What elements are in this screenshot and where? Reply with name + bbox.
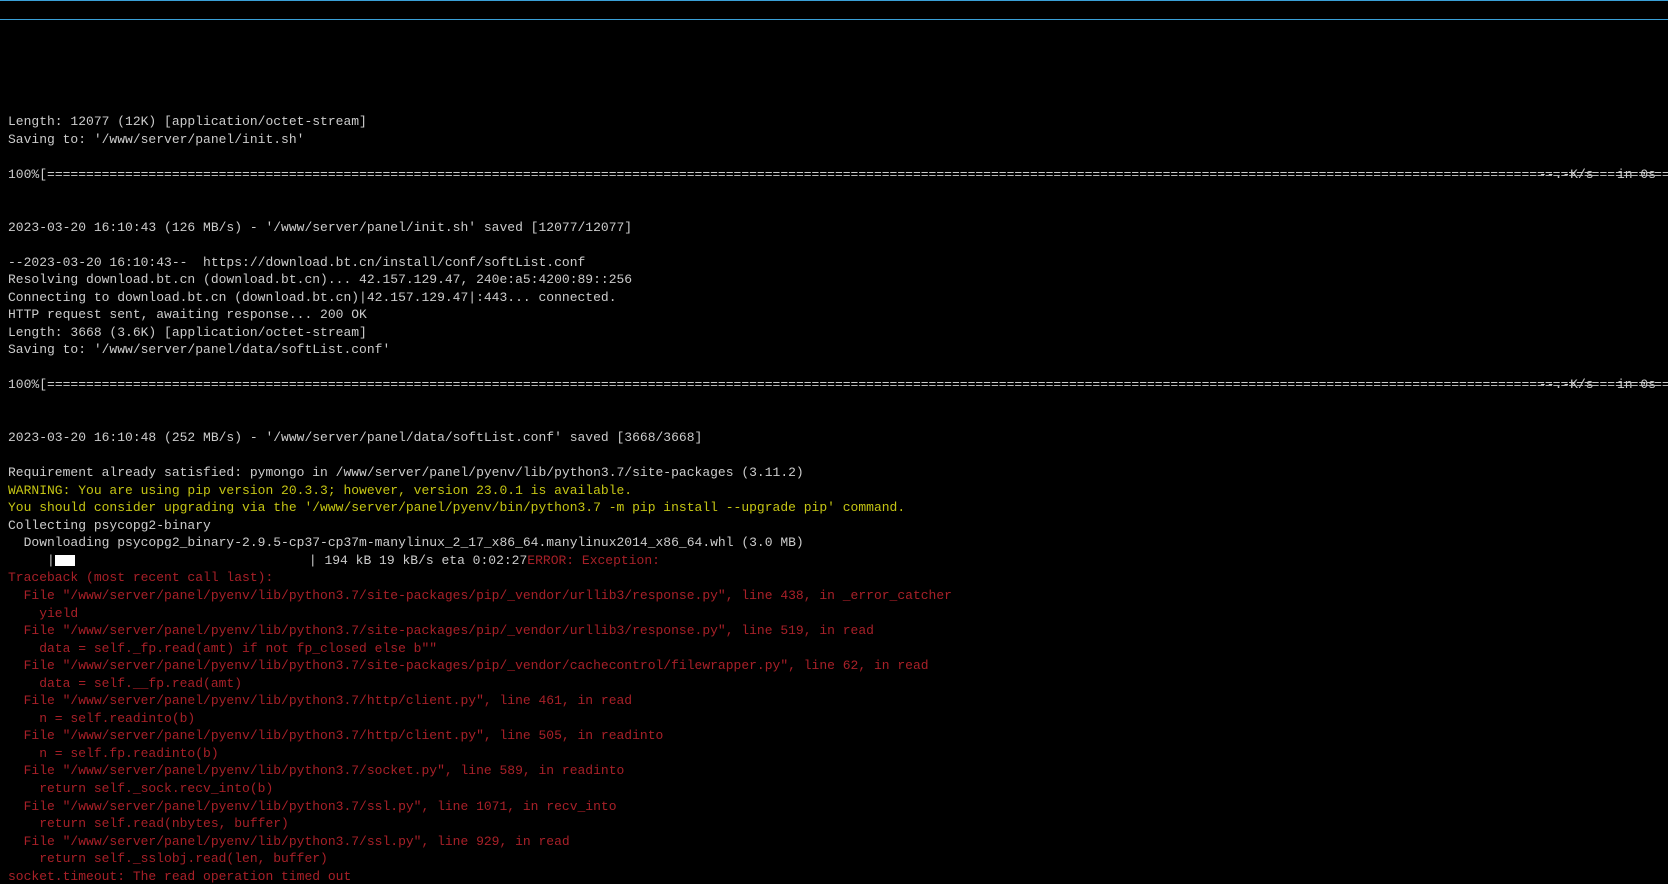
traceback-line: File "/www/server/panel/pyenv/lib/python… bbox=[8, 834, 570, 849]
wget-saving-2: Saving to: '/www/server/panel/data/softL… bbox=[8, 342, 390, 357]
progress-2-bar: ========================================… bbox=[47, 377, 1668, 392]
pip-downloading: Downloading psycopg2_binary-2.9.5-cp37-c… bbox=[8, 535, 804, 550]
wget-start-2: --2023-03-20 16:10:43-- https://download… bbox=[8, 255, 585, 270]
progress-1-left: 100%[ bbox=[8, 167, 47, 182]
progress-2-left: 100%[ bbox=[8, 377, 47, 392]
traceback-line: yield bbox=[8, 606, 78, 621]
traceback-line: File "/www/server/panel/pyenv/lib/python… bbox=[8, 763, 624, 778]
pip-warning-2: You should consider upgrading via the '/… bbox=[8, 500, 905, 515]
wget-http-2: HTTP request sent, awaiting response... … bbox=[8, 307, 367, 322]
traceback-line: data = self._fp.read(amt) if not fp_clos… bbox=[8, 641, 437, 656]
wget-done-1: 2023-03-20 16:10:43 (126 MB/s) - '/www/s… bbox=[8, 220, 632, 235]
pip-progress-text: | 194 kB 19 kB/s eta 0:02:27 bbox=[75, 553, 527, 568]
traceback-line: File "/www/server/panel/pyenv/lib/python… bbox=[8, 693, 632, 708]
terminal-output[interactable]: Length: 12077 (12K) [application/octet-s… bbox=[0, 90, 1668, 884]
traceback-line: Traceback (most recent call last): bbox=[8, 570, 273, 585]
wget-length-1: Length: 12077 (12K) [application/octet-s… bbox=[8, 114, 367, 129]
wget-resolve-2: Resolving download.bt.cn (download.bt.cn… bbox=[8, 272, 632, 287]
pip-progress-block bbox=[55, 555, 75, 566]
wget-connect-2: Connecting to download.bt.cn (download.b… bbox=[8, 290, 617, 305]
traceback-line: return self.read(nbytes, buffer) bbox=[8, 816, 289, 831]
traceback-line: return self._sock.recv_into(b) bbox=[8, 781, 273, 796]
traceback-line: n = self.readinto(b) bbox=[8, 711, 195, 726]
progress-1-bar: ========================================… bbox=[47, 167, 1668, 182]
traceback-line: File "/www/server/panel/pyenv/lib/python… bbox=[8, 728, 663, 743]
pip-req-satisfied: Requirement already satisfied: pymongo i… bbox=[8, 465, 804, 480]
traceback-line: File "/www/server/panel/pyenv/lib/python… bbox=[8, 588, 952, 603]
traceback-line: data = self.__fp.read(amt) bbox=[8, 676, 242, 691]
wget-length-2: Length: 3668 (3.6K) [application/octet-s… bbox=[8, 325, 367, 340]
progress-1-right: --.-K/s in 0s bbox=[1539, 166, 1656, 184]
traceback-line: File "/www/server/panel/pyenv/lib/python… bbox=[8, 658, 929, 673]
pip-collecting: Collecting psycopg2-binary bbox=[8, 518, 211, 533]
wget-done-2: 2023-03-20 16:10:48 (252 MB/s) - '/www/s… bbox=[8, 430, 702, 445]
traceback-line: n = self.fp.readinto(b) bbox=[8, 746, 219, 761]
traceback-line: File "/www/server/panel/pyenv/lib/python… bbox=[8, 623, 874, 638]
pip-error-label: ERROR: Exception: bbox=[527, 553, 660, 568]
traceback-line: socket.timeout: The read operation timed… bbox=[8, 869, 351, 884]
pip-warning-1: WARNING: You are using pip version 20.3.… bbox=[8, 483, 632, 498]
pip-progress-left: | bbox=[8, 553, 55, 568]
progress-2-right: --.-K/s in 0s bbox=[1539, 376, 1656, 394]
traceback-line: File "/www/server/panel/pyenv/lib/python… bbox=[8, 799, 617, 814]
wget-saving-1: Saving to: '/www/server/panel/init.sh' bbox=[8, 132, 304, 147]
